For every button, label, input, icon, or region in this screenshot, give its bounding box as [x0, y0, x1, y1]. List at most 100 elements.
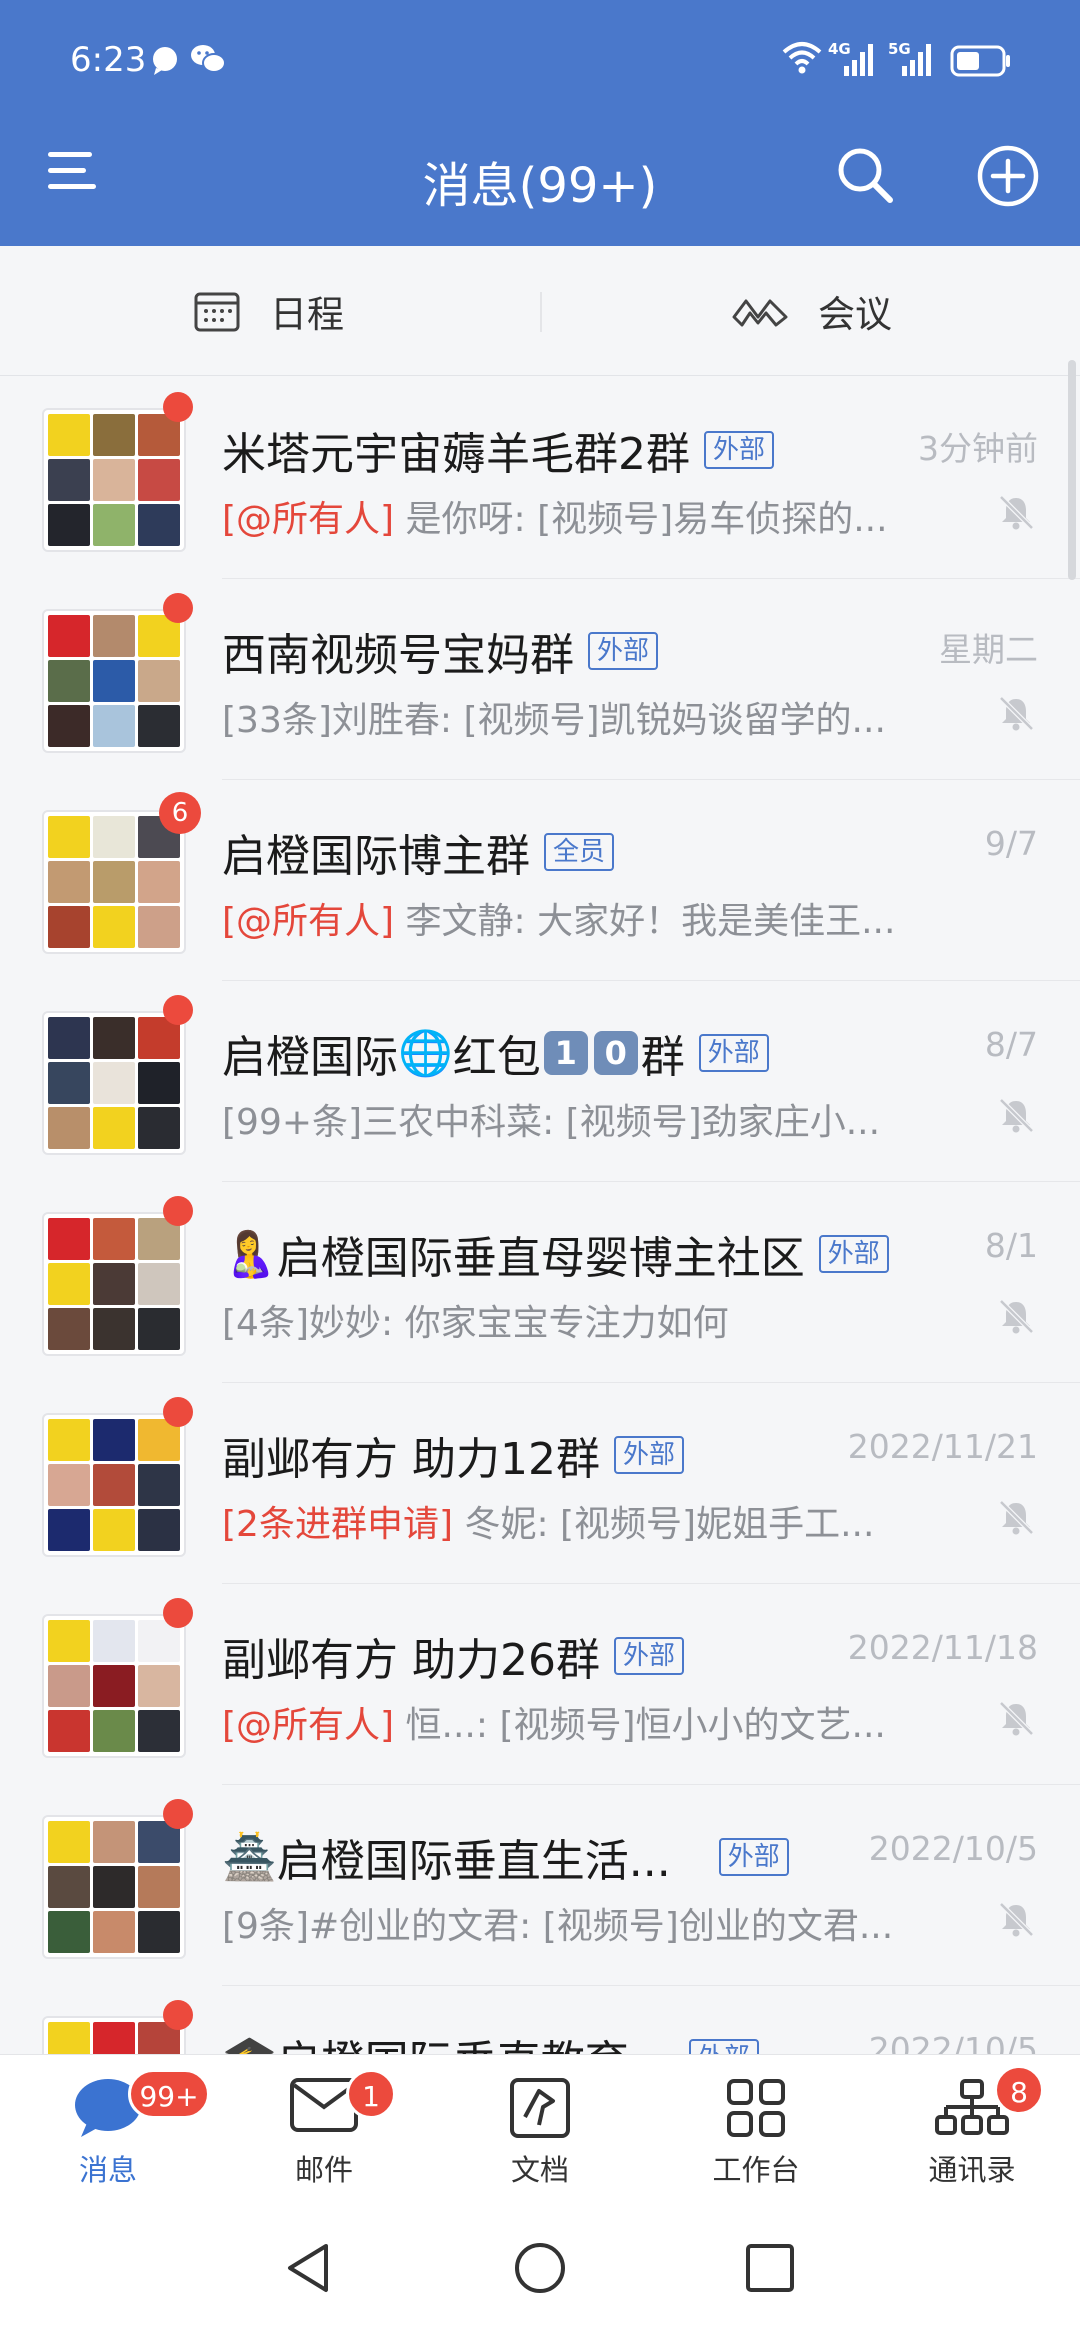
tag-badge: 外部: [818, 1235, 889, 1273]
tag-badge: 外部: [613, 1637, 684, 1675]
messages-count-badge: 99+: [128, 2069, 210, 2119]
nav-messages-label: 消息: [78, 2153, 137, 2187]
title-text-suffix: 群: [640, 1032, 685, 1083]
scrollbar[interactable]: [1068, 360, 1076, 580]
title-text: 启橙国际垂直生活...: [276, 1836, 671, 1887]
muted-bell-icon: [999, 1500, 1034, 1535]
tag-badge: 外部: [698, 1034, 769, 1072]
tab-schedule-label: 日程: [270, 293, 344, 336]
unread-dot: [163, 1598, 193, 1628]
unread-dot: [163, 995, 193, 1025]
nav-mail-label: 邮件: [294, 2153, 353, 2187]
conversation-preview: [@所有人] 恒...: [视频号]恒小小的文艺...: [222, 1696, 942, 1748]
preview-text: [99+条]三农中科菜: [视频号]劲家庄小...: [222, 1102, 881, 1143]
sub-tabs: 日程 会议: [0, 246, 1080, 376]
unread-dot: [163, 2000, 193, 2030]
conversation-time: 9/7: [984, 824, 1038, 863]
conversation-time: 2022/10/5: [868, 1829, 1038, 1868]
calendar-icon: [194, 292, 240, 332]
conversation-row[interactable]: 6 启橙国际博主群 全员 9/7 [@所有人] 李文静: 大家好！我是美佳王..…: [0, 780, 1080, 981]
signal-icon: [844, 44, 873, 76]
system-nav-bar: [0, 2198, 1080, 2340]
conversation-title: 西南视频号宝妈群 外部: [222, 619, 659, 683]
title-text: 启橙国际垂直母婴博主社区: [276, 1233, 805, 1284]
preview-highlight: [@所有人]: [222, 901, 395, 942]
conversation-row[interactable]: 米塔元宇宙薅羊毛群2群 外部 3分钟前 [@所有人] 是你呀: [视频号]易车侦…: [0, 378, 1080, 579]
conversation-preview: [99+条]三农中科菜: [视频号]劲家庄小...: [222, 1093, 942, 1145]
castle-emoji: 🏯: [222, 1832, 277, 1883]
conversation-row[interactable]: 启橙国际 🌐 红包 10 群 外部 8/7 [99+条]三农中科菜: [视频号]…: [0, 981, 1080, 1182]
tab-schedule[interactable]: 日程: [194, 246, 344, 376]
recents-icon[interactable]: [742, 2240, 798, 2296]
conversation-title: 启橙国际博主群 全员: [222, 820, 615, 884]
title-text-mid: 红包: [452, 1032, 541, 1083]
nav-workbench[interactable]: 工作台: [676, 2055, 836, 2199]
status-bar: 6:23 4G 5G: [0, 0, 1080, 120]
battery-icon: [950, 45, 1010, 77]
keycap-digit: 1: [543, 1031, 588, 1075]
unread-dot: [163, 593, 193, 623]
tag-badge: 外部: [588, 632, 659, 670]
conversation-row[interactable]: 🤱 启橙国际垂直母婴博主社区 外部 8/1 [4条]妙妙: 你家宝宝专注力如何: [0, 1182, 1080, 1383]
globe-emoji: 🌐: [398, 1028, 453, 1079]
preview-text: 李文静: 大家好！我是美佳王...: [394, 901, 896, 942]
conversation-title: 启橙国际 🌐 红包 10 群 外部: [222, 1021, 769, 1085]
preview-text: [33条]刘胜春: [视频号]凯锐妈谈留学的...: [222, 700, 886, 741]
preview-text: [9条]#创业的文君: [视频号]创业的文君...: [222, 1906, 894, 1947]
title-text: 启橙国际: [222, 1032, 398, 1083]
unread-dot: [163, 1799, 193, 1829]
muted-bell-icon: [999, 495, 1034, 530]
tag-badge: 外部: [613, 1436, 684, 1474]
home-icon[interactable]: [512, 2240, 568, 2296]
title-text: 米塔元宇宙薅羊毛群2群: [222, 429, 690, 480]
contacts-count-badge: 8: [994, 2065, 1044, 2115]
conversation-preview: [@所有人] 是你呀: [视频号]易车侦探的...: [222, 490, 942, 542]
conversation-row[interactable]: 🎓 启橙国际垂直教育 外部 2022/10/5: [0, 1986, 1080, 2054]
chat-bubble-icon: [153, 47, 177, 75]
unread-count-badge: 6: [159, 792, 201, 834]
grid-icon: [727, 2079, 785, 2137]
title-text: 西南视频号宝妈群: [222, 630, 574, 681]
bottom-nav: 消息 99+ 邮件 1 文档 工作台 通讯录 8: [0, 2054, 1080, 2198]
title-text: 副邺有方 助力26群: [222, 1635, 600, 1686]
back-icon[interactable]: [282, 2240, 338, 2296]
wifi-icon: [782, 42, 822, 74]
search-button[interactable]: [834, 144, 896, 206]
conversation-time: 2022/11/18: [847, 1628, 1038, 1667]
tag-badge: 外部: [718, 1838, 789, 1876]
document-icon: [510, 2078, 570, 2138]
conversation-preview: [33条]刘胜春: [视频号]凯锐妈谈留学的...: [222, 691, 942, 743]
conversation-row[interactable]: 西南视频号宝妈群 外部 星期二 [33条]刘胜春: [视频号]凯锐妈谈留学的..…: [0, 579, 1080, 780]
muted-bell-icon: [999, 696, 1034, 731]
conversation-row[interactable]: 🏯 启橙国际垂直生活... 外部 2022/10/5 [9条]#创业的文君: […: [0, 1785, 1080, 1986]
top-bar: 6:23 4G 5G 消息(99+): [0, 0, 1080, 246]
conversation-title: 副邺有方 助力26群 外部: [222, 1624, 684, 1688]
nav-docs[interactable]: 文档: [460, 2055, 620, 2199]
unread-dot: [163, 1196, 193, 1226]
group-avatar: [42, 1815, 186, 1959]
tab-divider: [540, 292, 542, 332]
group-avatar: [42, 1212, 186, 1356]
tag-badge: 外部: [704, 431, 775, 469]
preview-highlight: [2条进群申请]: [222, 1504, 453, 1545]
nav-workbench-label: 工作台: [712, 2153, 800, 2187]
group-avatar: [42, 810, 186, 954]
conversation-time: 2022/10/5: [868, 2030, 1038, 2054]
conversation-time: 星期二: [939, 630, 1038, 669]
preview-highlight: [@所有人]: [222, 1705, 395, 1746]
add-button[interactable]: [976, 144, 1040, 208]
muted-bell-icon: [999, 1098, 1034, 1133]
group-avatar: [42, 1413, 186, 1557]
conversation-row[interactable]: 副邺有方 助力26群 外部 2022/11/18 [@所有人] 恒...: [视…: [0, 1584, 1080, 1785]
conversation-title: 🏯 启橙国际垂直生活... 外部: [222, 1825, 789, 1889]
conversation-time: 8/7: [984, 1025, 1038, 1064]
tab-meeting[interactable]: 会议: [732, 246, 892, 376]
keycap-digit: 0: [593, 1031, 638, 1075]
group-avatar: [42, 1011, 186, 1155]
conversation-title: 副邺有方 助力12群 外部: [222, 1423, 684, 1487]
conversation-time: 8/1: [984, 1226, 1038, 1265]
preview-text: [4条]妙妙: 你家宝宝专注力如何: [222, 1303, 729, 1344]
conversation-row[interactable]: 副邺有方 助力12群 外部 2022/11/21 [2条进群申请] 冬妮: [视…: [0, 1383, 1080, 1584]
nav-contacts-label: 通讯录: [928, 2153, 1016, 2187]
title-text: 副邺有方 助力12群: [222, 1434, 600, 1485]
